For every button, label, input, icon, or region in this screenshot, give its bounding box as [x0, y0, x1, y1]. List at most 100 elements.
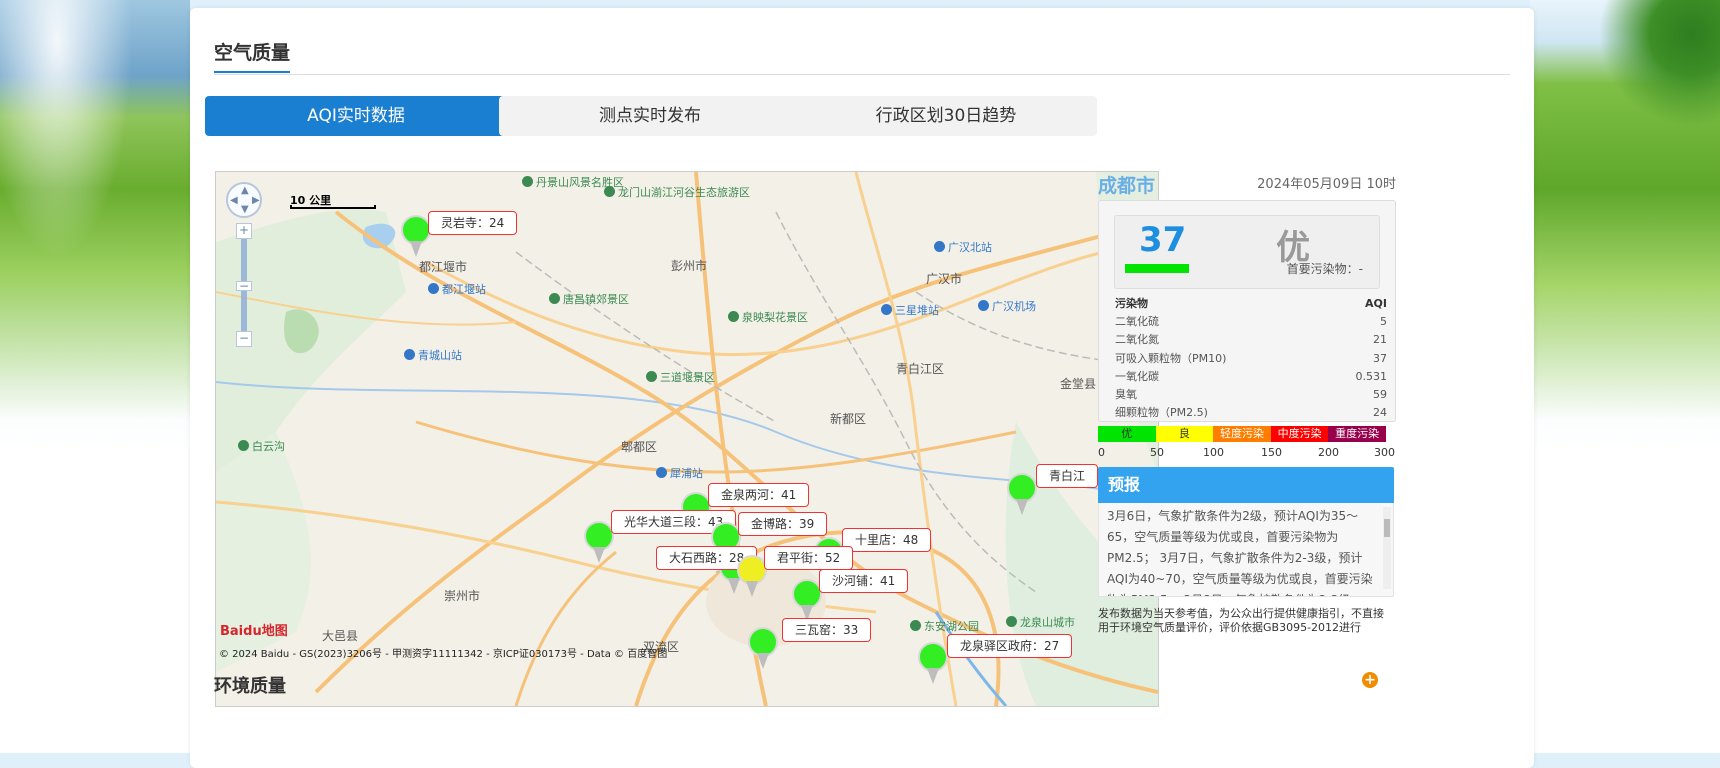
station-name: 龙泉驿区政府: [960, 639, 1033, 653]
map-place-qingbaijiang: 青白江区: [896, 362, 945, 376]
legend-tick: 300: [1374, 446, 1395, 459]
station-label-jinquanlianghe[interactable]: 金泉两河：41: [708, 483, 810, 507]
station-label-shahepu[interactable]: 沙河铺：41: [819, 569, 909, 593]
aqi-column-header: AQI: [1365, 297, 1387, 310]
legend-tick: 200: [1318, 446, 1339, 459]
map-zoom-control[interactable]: + − −: [236, 223, 252, 347]
tab-station-realtime[interactable]: 测点实时发布: [499, 96, 801, 136]
legend-level-light: 轻度污染: [1213, 426, 1271, 442]
station-label-lingyansi[interactable]: 灵岩寺：24: [428, 211, 518, 235]
forecast-scrollbar[interactable]: [1383, 507, 1391, 589]
zoom-slider-handle[interactable]: −: [236, 280, 252, 292]
pollutant-name: 一氧化碳: [1115, 369, 1159, 383]
legend-tick: 150: [1261, 446, 1282, 459]
forecast-content[interactable]: 3月6日，气象扩散条件为2级，预计AQI为35～65，空气质量等级为优或良，首要…: [1098, 503, 1394, 597]
map-poi-sandaoyan: 三道堰景区: [646, 369, 715, 385]
station-marker-tail: [1016, 499, 1028, 515]
station-name: 青白江: [1049, 469, 1086, 483]
station-name: 光华大道三段: [624, 515, 697, 529]
station-label-shilidian[interactable]: 十里店：48: [842, 528, 932, 552]
tab-district-30day-trend[interactable]: 行政区划30日趋势: [795, 96, 1097, 136]
pollutant-name: 二氧化氮: [1115, 333, 1159, 347]
environment-quality-title: 环境质量: [214, 676, 286, 697]
station-label-qingbaijiang[interactable]: 青白江: [1036, 464, 1099, 488]
station-label-longquanyi[interactable]: 龙泉驿区政府：27: [947, 634, 1073, 658]
map-poi-donganhu: 东安湖公园: [910, 618, 979, 634]
map-place-guanghan: 广汉市: [926, 272, 963, 286]
tab-aqi-realtime[interactable]: AQI实时数据: [205, 96, 507, 136]
station-marker-junpingjie[interactable]: [737, 555, 767, 599]
report-time: 2024年05月09日 10时: [1257, 177, 1396, 192]
station-label-sanwayao[interactable]: 三瓦窑：33: [782, 618, 872, 642]
aqi-map[interactable]: 都江堰市 彭州市 广汉市 青白江区 金堂县 新都区 郫都区 崇州市 大邑县 双流…: [215, 171, 1159, 707]
station-marker-tail: [746, 581, 758, 597]
map-pan-control[interactable]: ▲ ▼ ◀ ▶: [226, 182, 262, 218]
disclaimer-note: 发布数据为当天参考值，为公众出行提供健康指引，不直接用于环境空气质量评价，评价依…: [1098, 607, 1384, 634]
station-name: 沙河铺: [832, 574, 869, 588]
station-marker-longquanyi[interactable]: [918, 642, 948, 686]
station-label-junpingjie[interactable]: 君平街：52: [764, 546, 854, 570]
station-marker-sanwayao[interactable]: [748, 627, 778, 671]
forecast-scroll-thumb[interactable]: [1384, 519, 1390, 537]
station-aqi: 33: [843, 623, 859, 637]
background-landscape-left: [0, 0, 190, 420]
map-place-xindu: 新都区: [830, 412, 867, 426]
aqi-card: 37 优 首要污染物：-: [1114, 215, 1380, 289]
map-poi-tangchang: 唐昌镇郊景区: [549, 291, 629, 307]
pollutant-value: 0.531: [1355, 369, 1388, 383]
zoom-in-button[interactable]: +: [236, 223, 252, 239]
map-poi-longquanshan: 龙泉山城市: [1006, 614, 1075, 630]
pollutant-name: 可吸入颗粒物（PM10): [1115, 351, 1227, 365]
legend-level-excellent: 优: [1098, 426, 1156, 442]
station-name: 三瓦窑: [795, 623, 832, 637]
pollutant-row: 二氧化氮 21: [1115, 331, 1387, 349]
map-poi-xipu: 犀浦站: [656, 465, 703, 481]
pollutant-value: 24: [1373, 406, 1387, 420]
station-marker-tail: [757, 653, 769, 669]
map-poi-sanxingdui: 三星堆站: [881, 302, 939, 318]
station-aqi: 48: [903, 533, 919, 547]
legend-tick: 0: [1098, 446, 1105, 459]
map-copyright: © 2024 Baidu - GS(2023)3206号 - 甲测资字11111…: [219, 649, 668, 660]
pollutant-value: 5: [1380, 315, 1387, 329]
main-panel: 空气质量 AQI实时数据 测点实时发布 行政区划30日趋势 都江堰市 彭州市 广…: [190, 8, 1534, 768]
map-poi-guanghan-north: 广汉北站: [934, 239, 992, 255]
station-aqi: 39: [799, 517, 815, 531]
station-aqi: 24: [489, 216, 505, 230]
station-marker-tail: [410, 241, 422, 257]
station-marker-lingyansi[interactable]: [401, 215, 431, 259]
station-marker-shahepu[interactable]: [792, 579, 822, 623]
station-label-jinbolu[interactable]: 金博路：39: [738, 512, 828, 536]
pollutant-value: 59: [1373, 387, 1387, 401]
station-marker-guanghua[interactable]: [584, 521, 614, 565]
primary-pollutant: 首要污染物：-: [1286, 262, 1363, 276]
map-place-jintang: 金堂县: [1060, 377, 1097, 391]
aqi-level-legend: 优 良 轻度污染 中度污染 重度污染: [1098, 426, 1386, 442]
city-name: 成都市: [1098, 175, 1156, 197]
map-scale-bar: [290, 205, 376, 209]
station-marker-tail: [593, 547, 605, 563]
legend-tick: 50: [1150, 446, 1164, 459]
legend-level-good: 良: [1155, 426, 1214, 442]
pollutant-name: 细颗粒物（PM2.5): [1115, 406, 1208, 420]
station-marker-qingbaijiang[interactable]: [1007, 473, 1037, 517]
station-name: 金泉两河: [721, 488, 770, 502]
forecast-title: 预报: [1098, 467, 1394, 503]
aqi-level-bar: [1125, 264, 1189, 273]
station-marker-tail: [927, 668, 939, 684]
forecast-text: 3月6日，气象扩散条件为2级，预计AQI为35～65，空气质量等级为优或良，首要…: [1107, 509, 1373, 596]
map-place-chongzhou: 崇州市: [444, 589, 481, 603]
section-title: 空气质量: [214, 38, 291, 73]
aqi-detail-box: 37 优 首要污染物：- 污染物 AQI 二氧化硫 5 二氧化氮 21 可吸入颗粒物…: [1098, 200, 1396, 422]
station-aqi: 41: [880, 574, 896, 588]
expand-plus-icon[interactable]: +: [1362, 672, 1378, 688]
pollutant-row: 二氧化硫 5: [1115, 313, 1387, 331]
pollutant-name: 臭氧: [1115, 387, 1137, 401]
legend-level-moderate: 中度污染: [1270, 426, 1329, 442]
aqi-value: 37: [1139, 220, 1187, 260]
pollutant-value: 37: [1373, 351, 1387, 365]
zoom-out-button[interactable]: −: [236, 331, 252, 347]
map-place-dujiangyan: 都江堰市: [419, 260, 468, 274]
map-poi-danjingshan: 丹景山风景名胜区: [522, 174, 624, 190]
legend-tick: 100: [1203, 446, 1224, 459]
